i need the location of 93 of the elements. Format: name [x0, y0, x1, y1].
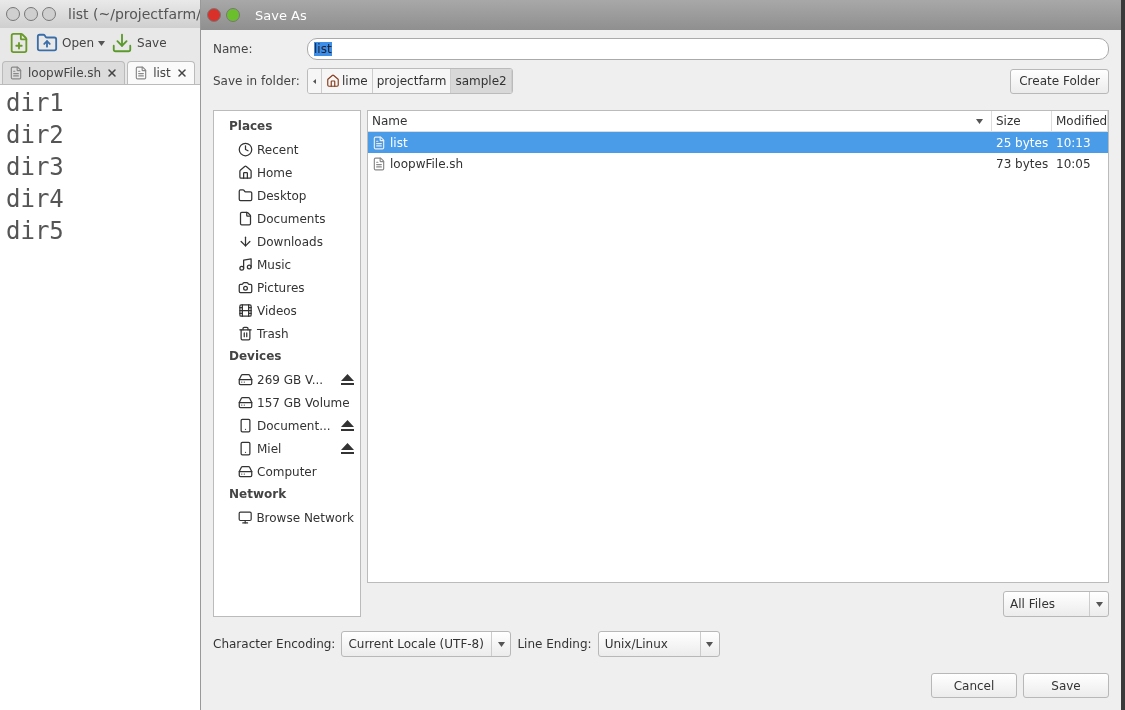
caret-icon	[497, 641, 505, 647]
column-header[interactable]: Modified	[1052, 111, 1108, 131]
text-line: dir3	[6, 152, 65, 183]
hard-drive-icon	[238, 464, 253, 479]
document-tab[interactable]: loopwFile.sh	[2, 61, 126, 84]
text-line: dir4	[6, 184, 65, 215]
line-ending-dropdown[interactable]: Unix/Linux	[597, 631, 720, 657]
caret-icon	[98, 40, 106, 46]
hard-drive-icon	[238, 395, 253, 410]
sidebar-item[interactable]: Miel	[214, 437, 360, 460]
field-label: Line Ending:	[517, 637, 592, 651]
sidebar-item[interactable]: Pictures	[214, 276, 360, 299]
file-row[interactable]: loopwFile.sh 73 bytes 10:05	[368, 153, 1108, 174]
sidebar-item[interactable]: Browse Network	[214, 506, 360, 529]
document-icon	[134, 66, 149, 80]
file-name: list	[390, 135, 408, 150]
sidebar-item[interactable]: Music	[214, 253, 360, 276]
sidebar-item[interactable]: Recent	[214, 138, 360, 161]
caret-icon	[706, 641, 714, 647]
left-arrow-icon	[313, 78, 316, 84]
sidebar-item[interactable]: Desktop	[214, 184, 360, 207]
download-icon	[111, 32, 134, 54]
sidebar-item[interactable]: Home	[214, 161, 360, 184]
save-button[interactable]: Save	[111, 32, 167, 54]
minimize-button[interactable]	[24, 7, 38, 21]
column-header[interactable]: Size	[992, 111, 1052, 131]
zoom-button[interactable]	[226, 8, 240, 22]
encoding-dropdown[interactable]: Current Locale (UTF-8)	[341, 631, 512, 657]
sort-caret-icon	[976, 118, 983, 124]
field-label: Character Encoding:	[213, 637, 336, 651]
column-header[interactable]: Name	[368, 111, 992, 131]
section-heading: Devices	[228, 348, 283, 365]
zoom-button[interactable]	[42, 7, 56, 21]
sidebar-item[interactable]: Trash	[214, 322, 360, 345]
section-heading: Places	[228, 118, 274, 135]
new-file-icon	[8, 32, 30, 54]
eject-icon[interactable]	[341, 420, 354, 431]
cancel-button[interactable]: Cancel	[931, 673, 1017, 698]
sidebar-item[interactable]: Documents	[214, 207, 360, 230]
file-name: loopwFile.sh	[390, 156, 464, 171]
file-size: 73 bytes	[995, 156, 1050, 171]
camera-icon	[238, 280, 253, 295]
scroll-left-button[interactable]	[308, 69, 322, 93]
document-tab[interactable]: list	[127, 61, 195, 84]
document-icon	[372, 135, 386, 150]
clock-icon	[238, 142, 253, 157]
document-icon	[372, 156, 386, 171]
close-icon[interactable]	[175, 67, 188, 79]
window-title: list (~/projectfarm/	[68, 6, 200, 22]
house-icon	[238, 165, 253, 180]
close-icon[interactable]	[106, 67, 119, 79]
file-modified: 10:05	[1055, 156, 1092, 171]
filter-dropdown[interactable]: All Files	[1003, 591, 1109, 617]
monitor-icon	[238, 510, 253, 525]
text-line: dir5	[6, 216, 65, 247]
file-size: 25 bytes	[995, 135, 1050, 150]
document-icon	[238, 211, 253, 226]
open-button[interactable]: Open	[36, 32, 106, 54]
eject-icon[interactable]	[341, 443, 354, 454]
close-button[interactable]	[6, 7, 20, 21]
sidebar-item[interactable]: Videos	[214, 299, 360, 322]
text-line: dir2	[6, 120, 65, 151]
create-folder-button[interactable]: Create Folder	[1010, 68, 1109, 94]
section-heading: Network	[228, 486, 288, 503]
document-icon	[9, 66, 23, 80]
caret-icon	[1095, 601, 1103, 607]
field-label: Name:	[213, 42, 254, 56]
text-area[interactable]: dir1 dir2 dir3 dir4 dir5	[0, 85, 200, 710]
window-title: Save As	[255, 7, 307, 23]
column-title: Name	[372, 114, 408, 128]
name-field[interactable]: list	[307, 38, 1109, 60]
close-button[interactable]	[207, 8, 221, 22]
folder-up-arrow-icon	[36, 32, 58, 54]
sidebar-item[interactable]: 157 GB Volume	[214, 391, 360, 414]
hard-drive-icon	[238, 372, 253, 387]
down-arrow-icon	[238, 234, 253, 249]
file-modified: 10:13	[1055, 135, 1092, 150]
sidebar-item[interactable]: Document...	[214, 414, 360, 437]
house-icon	[326, 74, 340, 88]
phone-icon	[238, 441, 253, 456]
sidebar-item[interactable]: Computer	[214, 460, 360, 483]
eject-icon[interactable]	[341, 374, 354, 385]
phone-icon	[238, 418, 253, 433]
film-icon	[238, 303, 253, 318]
sidebar-item[interactable]: 269 GB V...	[214, 368, 360, 391]
trash-icon	[238, 326, 253, 341]
new-file-button[interactable]	[8, 32, 30, 54]
sidebar-item[interactable]: Downloads	[214, 230, 360, 253]
folder-icon	[238, 188, 253, 203]
path-button[interactable]: sample2	[451, 69, 512, 93]
text-line: dir1	[6, 88, 65, 119]
music-note-icon	[238, 257, 253, 272]
save-button[interactable]: Save	[1023, 673, 1109, 698]
